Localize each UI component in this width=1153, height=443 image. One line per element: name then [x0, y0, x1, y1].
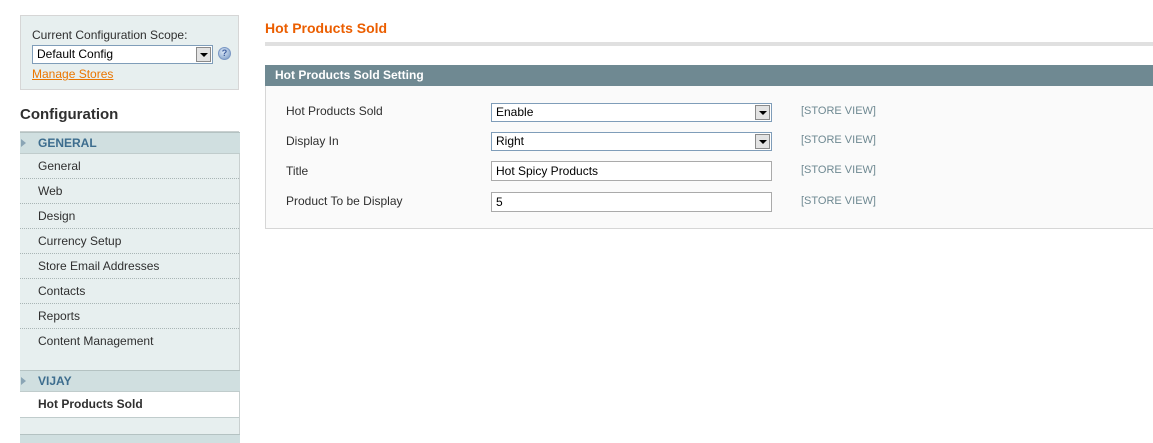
help-icon[interactable]: ? — [218, 47, 231, 60]
scope-hint: [STORE VIEW] — [801, 105, 876, 117]
title-input[interactable]: Hot Spicy Products — [491, 161, 772, 181]
sidebar-group-vijay[interactable]: VIJAY — [20, 370, 240, 392]
field-label-product-to-be-display: Product To be Display — [286, 194, 403, 208]
sidebar-item-content-management[interactable]: Content Management — [20, 329, 239, 354]
scope-label: Current Configuration Scope: — [32, 28, 188, 42]
chevron-down-icon[interactable] — [755, 134, 770, 149]
chevron-down-icon[interactable] — [755, 105, 770, 120]
sidebar-item-design[interactable]: Design — [20, 204, 239, 229]
sidebar-group-label: GENERAL — [38, 136, 97, 150]
product-count-input[interactable]: 5 — [491, 192, 772, 212]
field-label-title: Title — [286, 164, 309, 178]
sidebar-item-web[interactable]: Web — [20, 179, 239, 204]
page-title: Hot Products Sold — [265, 20, 388, 36]
sidebar: GENERAL General Web Design Currency Setu… — [20, 132, 240, 443]
triangle-right-icon — [21, 139, 26, 147]
sidebar-item-general[interactable]: General — [20, 154, 239, 179]
select-value: Right — [496, 134, 525, 148]
sidebar-item-hot-products-sold[interactable]: Hot Products Sold — [20, 392, 239, 418]
fieldset-body: Hot Products Sold Enable [STORE VIEW] Di… — [265, 86, 1153, 229]
title-divider — [265, 42, 1153, 46]
scope-hint: [STORE VIEW] — [801, 195, 876, 207]
manage-stores-link[interactable]: Manage Stores — [32, 67, 113, 81]
select-value: Enable — [496, 105, 534, 119]
scope-switcher: Current Configuration Scope: Default Con… — [20, 15, 239, 90]
chevron-down-icon[interactable] — [196, 47, 211, 62]
field-label-hot-products-sold: Hot Products Sold — [286, 104, 383, 118]
scope-select[interactable]: Default Config — [32, 45, 213, 64]
scope-hint: [STORE VIEW] — [801, 134, 876, 146]
sidebar-item-store-email-addresses[interactable]: Store Email Addresses — [20, 254, 239, 279]
fieldset-header[interactable]: Hot Products Sold Setting — [265, 65, 1153, 86]
hot-products-sold-select[interactable]: Enable — [491, 103, 772, 122]
sidebar-item-currency-setup[interactable]: Currency Setup — [20, 229, 239, 254]
scope-hint: [STORE VIEW] — [801, 164, 876, 176]
scope-select-value: Default Config — [37, 47, 114, 61]
sidebar-item-reports[interactable]: Reports — [20, 304, 239, 329]
display-in-select[interactable]: Right — [491, 132, 772, 151]
triangle-right-icon — [21, 377, 26, 385]
sidebar-item-contacts[interactable]: Contacts — [20, 279, 239, 304]
sidebar-group-label: VIJAY — [38, 374, 72, 388]
sidebar-title: Configuration — [20, 93, 239, 132]
field-label-display-in: Display In — [286, 134, 339, 148]
sidebar-group-general[interactable]: GENERAL — [20, 132, 240, 154]
